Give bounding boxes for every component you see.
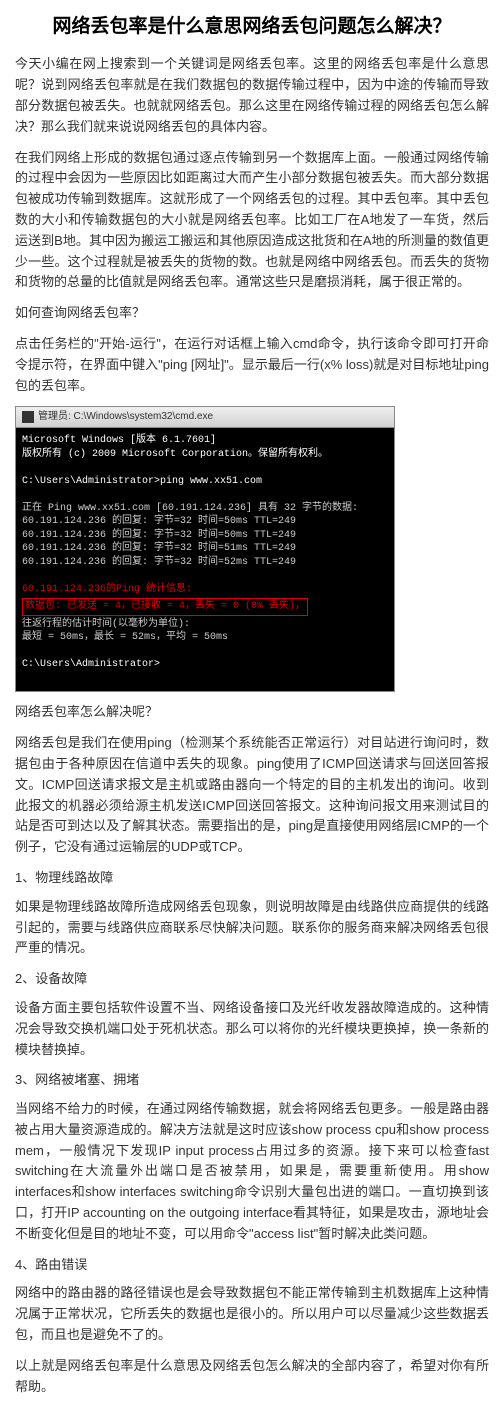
query-instruction: 点击任务栏的"开始-运行"，在运行对话框上输入cmd命令，执行该命令即可打开命令… <box>15 334 489 396</box>
ping-stats-header: 60.191.124.236的Ping 统计信息: <box>22 583 388 597</box>
terminal-prompt-1: C:\Users\Administrator>ping www.xx51.com <box>22 475 388 489</box>
terminal-icon <box>22 411 34 423</box>
terminal-line-copyright: 版权所有 (c) 2009 Microsoft Corporation。保留所有… <box>22 448 388 462</box>
terminal-body: Microsoft Windows [版本 6.1.7601] 版权所有 (c)… <box>16 428 394 691</box>
section-2-label: 2、设备故障 <box>15 969 489 990</box>
section-4-body: 网络中的路由器的路径错误也是会导致数据包不能正常传输到主机数据库上这种情况属于正… <box>15 1283 489 1345</box>
section-3-label: 3、网络被堵塞、拥堵 <box>15 1070 489 1091</box>
section-1-body: 如果是物理线路故障所造成网络丢包现象，则说明故障是由线路供应商提供的线路引起的，… <box>15 897 489 959</box>
ping-reply-4: 60.191.124.236 的回复: 字节=32 时间=52ms TTL=24… <box>22 556 388 570</box>
terminal-prompt-2: C:\Users\Administrator> <box>22 658 388 672</box>
terminal-titlebar: 管理员: C:\Windows\system32\cmd.exe <box>16 407 394 428</box>
how-query-heading: 如何查询网络丢包率？ <box>15 303 489 324</box>
ping-reply-1: 60.191.124.236 的回复: 字节=32 时间=50ms TTL=24… <box>22 515 388 529</box>
ping-reply-3: 60.191.124.236 的回复: 字节=32 时间=51ms TTL=24… <box>22 542 388 556</box>
ping-time-values: 最短 = 50ms，最长 = 52ms，平均 = 50ms <box>22 631 388 645</box>
intro-paragraph-2: 在我们网络上形成的数据包通过逐点传输到另一个数据库上面。一般通过网络传输的过程中… <box>15 148 489 294</box>
page-title: 网络丢包率是什么意思网络丢包问题怎么解决？ <box>15 12 489 42</box>
section-1-label: 1、物理线路故障 <box>15 868 489 889</box>
terminal-title: 管理员: C:\Windows\system32\cmd.exe <box>38 409 213 425</box>
section-3-body: 当网络不给力的时候，在通过网络传输数据，就会将网络丢包更多。一般是路由器被占用大… <box>15 1099 489 1245</box>
ping-reply-2: 60.191.124.236 的回复: 字节=32 时间=50ms TTL=24… <box>22 529 388 543</box>
conclusion: 以上就是网络丢包率是什么意思及网络丢包怎么解决的全部内容了，希望对你有所帮助。 <box>15 1356 489 1398</box>
terminal-line-header: Microsoft Windows [版本 6.1.7601] <box>22 434 388 448</box>
intro-paragraph-1: 今天小编在网上搜索到一个关键词是网络丢包率。这里的网络丢包率是什么意思呢？说到网… <box>15 54 489 137</box>
ping-time-header: 往返行程的估计时间(以毫秒为单位): <box>22 618 388 632</box>
cmd-terminal-window: 管理员: C:\Windows\system32\cmd.exe Microso… <box>15 406 395 692</box>
solve-intro: 网络丢包是我们在使用ping（检测某个系统能否正常运行）对目站进行询问时，数据包… <box>15 733 489 858</box>
ping-stats-packets: 数据包: 已发送 = 4，已接收 = 4，丢失 = 0 (0% 丢失)， <box>22 598 308 616</box>
section-2-body: 设备方面主要包括软件设置不当、网络设备接口及光纤收发器故障造成的。这种情况会导致… <box>15 998 489 1060</box>
section-4-label: 4、路由错误 <box>15 1255 489 1276</box>
ping-header: 正在 Ping www.xx51.com [60.191.124.236] 具有… <box>22 502 388 516</box>
